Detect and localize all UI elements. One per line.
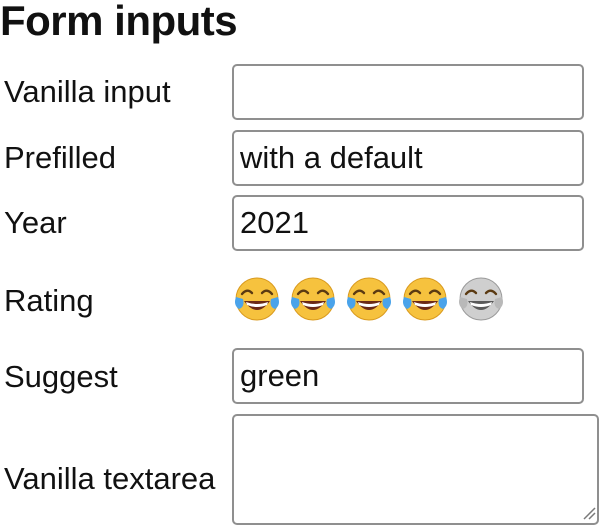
tears-of-joy-emoji-icon[interactable] <box>456 275 506 325</box>
year-label: Year <box>4 205 67 240</box>
suggest-label: Suggest <box>4 359 118 394</box>
page-title: Form inputs <box>0 0 238 44</box>
tears-of-joy-emoji-icon[interactable] <box>344 275 394 325</box>
tears-of-joy-emoji-icon[interactable] <box>288 275 338 325</box>
vanilla-textarea[interactable] <box>232 414 599 525</box>
resize-grip-icon[interactable] <box>582 506 596 520</box>
vanilla-textarea-label: Vanilla textarea <box>4 461 216 496</box>
tears-of-joy-emoji-icon[interactable] <box>232 275 282 325</box>
rating-control[interactable] <box>232 274 506 326</box>
vanilla-input-label: Vanilla input <box>4 74 171 109</box>
vanilla-input[interactable] <box>232 64 584 120</box>
year-input[interactable] <box>232 195 584 251</box>
prefilled-label: Prefilled <box>4 140 116 175</box>
suggest-input[interactable] <box>232 348 584 404</box>
rating-label: Rating <box>4 283 94 318</box>
tears-of-joy-emoji-icon[interactable] <box>400 275 450 325</box>
prefilled-input[interactable] <box>232 130 584 186</box>
